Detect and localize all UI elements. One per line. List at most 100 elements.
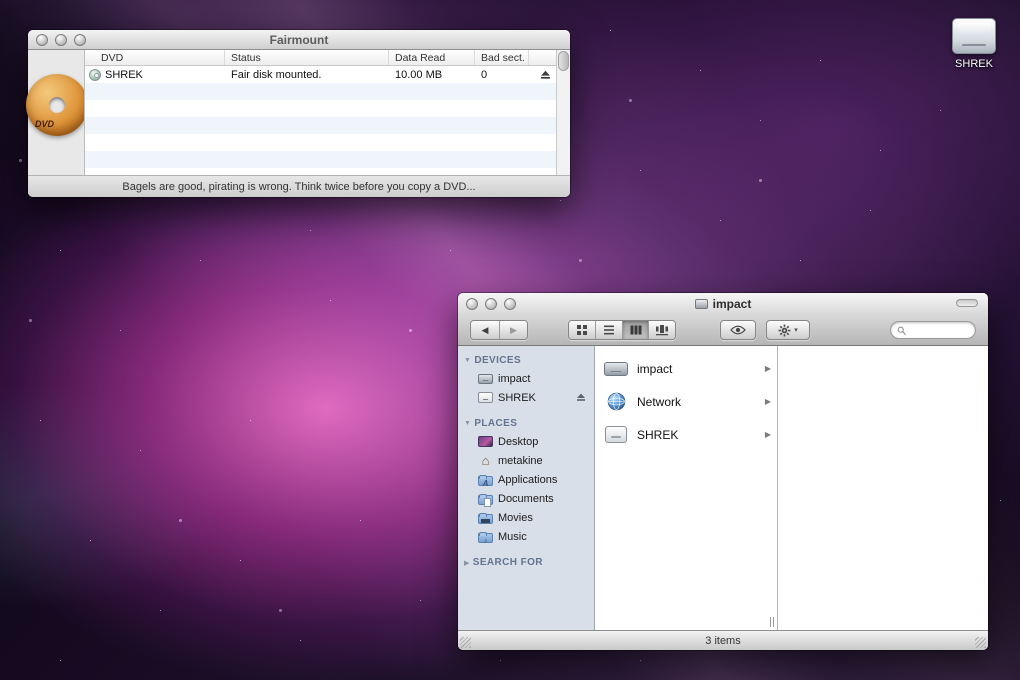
- eject-button[interactable]: [576, 392, 586, 405]
- column-item-shrek[interactable]: SHREK ▶: [595, 418, 777, 451]
- sidebar-item-label: SHREK: [498, 391, 536, 404]
- coverflow-view-icon: [656, 325, 669, 336]
- column-view-icon: [630, 325, 642, 335]
- resize-grip-left[interactable]: [460, 637, 471, 648]
- section-label: PLACES: [474, 418, 518, 429]
- eject-button[interactable]: [535, 66, 556, 83]
- navigation-control: ◀ ▶: [470, 320, 528, 340]
- section-label: SEARCH FOR: [472, 557, 543, 568]
- action-menu-button[interactable]: ▾: [766, 320, 810, 340]
- dvd-logo-text: DVD: [35, 119, 55, 129]
- column-item-network[interactable]: Network ▶: [595, 385, 777, 418]
- desktop-icon-shrek[interactable]: SHREK: [938, 18, 1010, 70]
- window-title-group: impact: [694, 296, 752, 311]
- sidebar-section-devices[interactable]: ▼ DEVICES: [458, 352, 594, 369]
- minimize-button[interactable]: [55, 33, 67, 46]
- zoom-button[interactable]: [504, 297, 516, 310]
- fairmount-window: Fairmount DVD DVD Status Data Read Bad s…: [26, 30, 570, 197]
- eject-icon: [541, 70, 550, 79]
- item-label: Network: [637, 394, 682, 409]
- cell-dvd: SHREK: [85, 66, 225, 83]
- list-view-button[interactable]: [595, 321, 622, 339]
- column-resize-handle[interactable]: [770, 617, 774, 627]
- network-globe-icon: [603, 390, 629, 414]
- cell-status: Fair disk mounted.: [231, 68, 322, 81]
- column-header-status[interactable]: Status: [225, 50, 389, 65]
- close-button[interactable]: [466, 297, 478, 310]
- item-label: SHREK: [637, 427, 679, 442]
- disclosure-triangle-icon[interactable]: ▼: [464, 357, 471, 364]
- desktop-icon: [478, 436, 493, 447]
- sidebar-item-desktop[interactable]: Desktop: [458, 432, 594, 451]
- finder-titlebar[interactable]: impact: [458, 293, 988, 314]
- empty-table-rows: [85, 83, 556, 175]
- sidebar-item-home[interactable]: ⌂ metakine: [458, 451, 594, 470]
- chevron-right-icon: ▶: [764, 397, 771, 406]
- column-view: impact ▶ Network ▶ SHREK ▶: [595, 346, 988, 630]
- finder-body: ▼ DEVICES impact SHREK ▼ PLACES Desktop …: [458, 346, 988, 630]
- back-button[interactable]: ◀: [471, 321, 499, 339]
- item-label: impact: [637, 361, 673, 376]
- sidebar-section-search-for[interactable]: ▶ SEARCH FOR: [458, 554, 594, 571]
- chevron-right-icon: ▶: [764, 430, 771, 439]
- sidebar-item-shrek[interactable]: SHREK: [458, 388, 594, 407]
- fairmount-body: DVD DVD Status Data Read Bad sect. SHREK…: [26, 50, 570, 175]
- finder-window: impact ◀ ▶ ▾ ▼ DEVICES impact SHREK ▼ PL…: [458, 293, 988, 650]
- window-title: impact: [712, 296, 752, 311]
- removable-disk-icon: [952, 18, 996, 54]
- sidebar-section-places[interactable]: ▼ PLACES: [458, 415, 594, 432]
- window-controls: [466, 293, 516, 314]
- column-view-button[interactable]: [621, 321, 649, 339]
- removable-disk-icon: [603, 423, 629, 447]
- search-input[interactable]: [910, 324, 969, 336]
- forward-button[interactable]: ▶: [498, 321, 527, 339]
- sidebar-item-label: Music: [498, 530, 527, 543]
- column-item-impact[interactable]: impact ▶: [595, 352, 777, 385]
- browser-column-2: [778, 346, 988, 630]
- minimize-button[interactable]: [485, 297, 497, 310]
- volume-icon: [694, 298, 708, 309]
- column-header-bad-sect[interactable]: Bad sect.: [475, 50, 529, 65]
- table-row[interactable]: SHREK Fair disk mounted. 10.00 MB 0: [85, 66, 556, 83]
- toolbar-toggle-button[interactable]: [956, 299, 978, 307]
- scrollbar[interactable]: [556, 50, 570, 175]
- search-icon: [897, 326, 906, 335]
- sidebar-item-documents[interactable]: Documents: [458, 489, 594, 508]
- coverflow-view-button[interactable]: [648, 321, 675, 339]
- sidebar-item-movies[interactable]: Movies: [458, 508, 594, 527]
- bagel-dvd-icon: DVD: [26, 74, 88, 136]
- documents-folder-icon: [478, 493, 493, 507]
- music-note-glyph: ♪: [483, 535, 488, 545]
- zoom-button[interactable]: [74, 33, 86, 46]
- cell-eject: [529, 66, 556, 83]
- music-folder-icon: ♪: [478, 531, 493, 545]
- column-header-dvd[interactable]: DVD: [85, 50, 225, 65]
- sidebar-item-impact[interactable]: impact: [458, 369, 594, 388]
- stars-layer-faint: [0, 0, 1, 1]
- sidebar-item-applications[interactable]: A Applications: [458, 470, 594, 489]
- sidebar-item-label: metakine: [498, 454, 543, 467]
- applications-folder-icon: A: [478, 474, 493, 488]
- sidebar-item-label: Documents: [498, 492, 554, 505]
- home-icon: ⌂: [481, 453, 490, 468]
- bagel-hole: [49, 97, 65, 113]
- close-button[interactable]: [36, 33, 48, 46]
- disclosure-triangle-icon[interactable]: ▼: [464, 420, 471, 427]
- internal-disk-icon: [478, 374, 493, 384]
- fairmount-titlebar[interactable]: Fairmount: [28, 30, 570, 50]
- finder-toolbar: ◀ ▶ ▾: [458, 314, 988, 346]
- browser-column-1: impact ▶ Network ▶ SHREK ▶: [595, 346, 778, 630]
- sidebar-item-music[interactable]: ♪ Music: [458, 527, 594, 546]
- dropdown-arrow-icon: ▾: [794, 327, 798, 334]
- column-header-data-read[interactable]: Data Read: [389, 50, 475, 65]
- eye-icon: [730, 325, 746, 335]
- quicklook-button[interactable]: [720, 320, 756, 340]
- icon-view-button[interactable]: [569, 321, 596, 339]
- scrollbar-thumb[interactable]: [558, 51, 569, 71]
- dvd-table-inner: DVD Status Data Read Bad sect. SHREK Fai…: [85, 50, 556, 175]
- view-mode-control: [568, 320, 676, 340]
- resize-grip-right[interactable]: [975, 637, 986, 648]
- search-field[interactable]: [890, 321, 976, 339]
- disclosure-triangle-icon[interactable]: ▶: [464, 559, 470, 567]
- disc-icon: [89, 68, 101, 81]
